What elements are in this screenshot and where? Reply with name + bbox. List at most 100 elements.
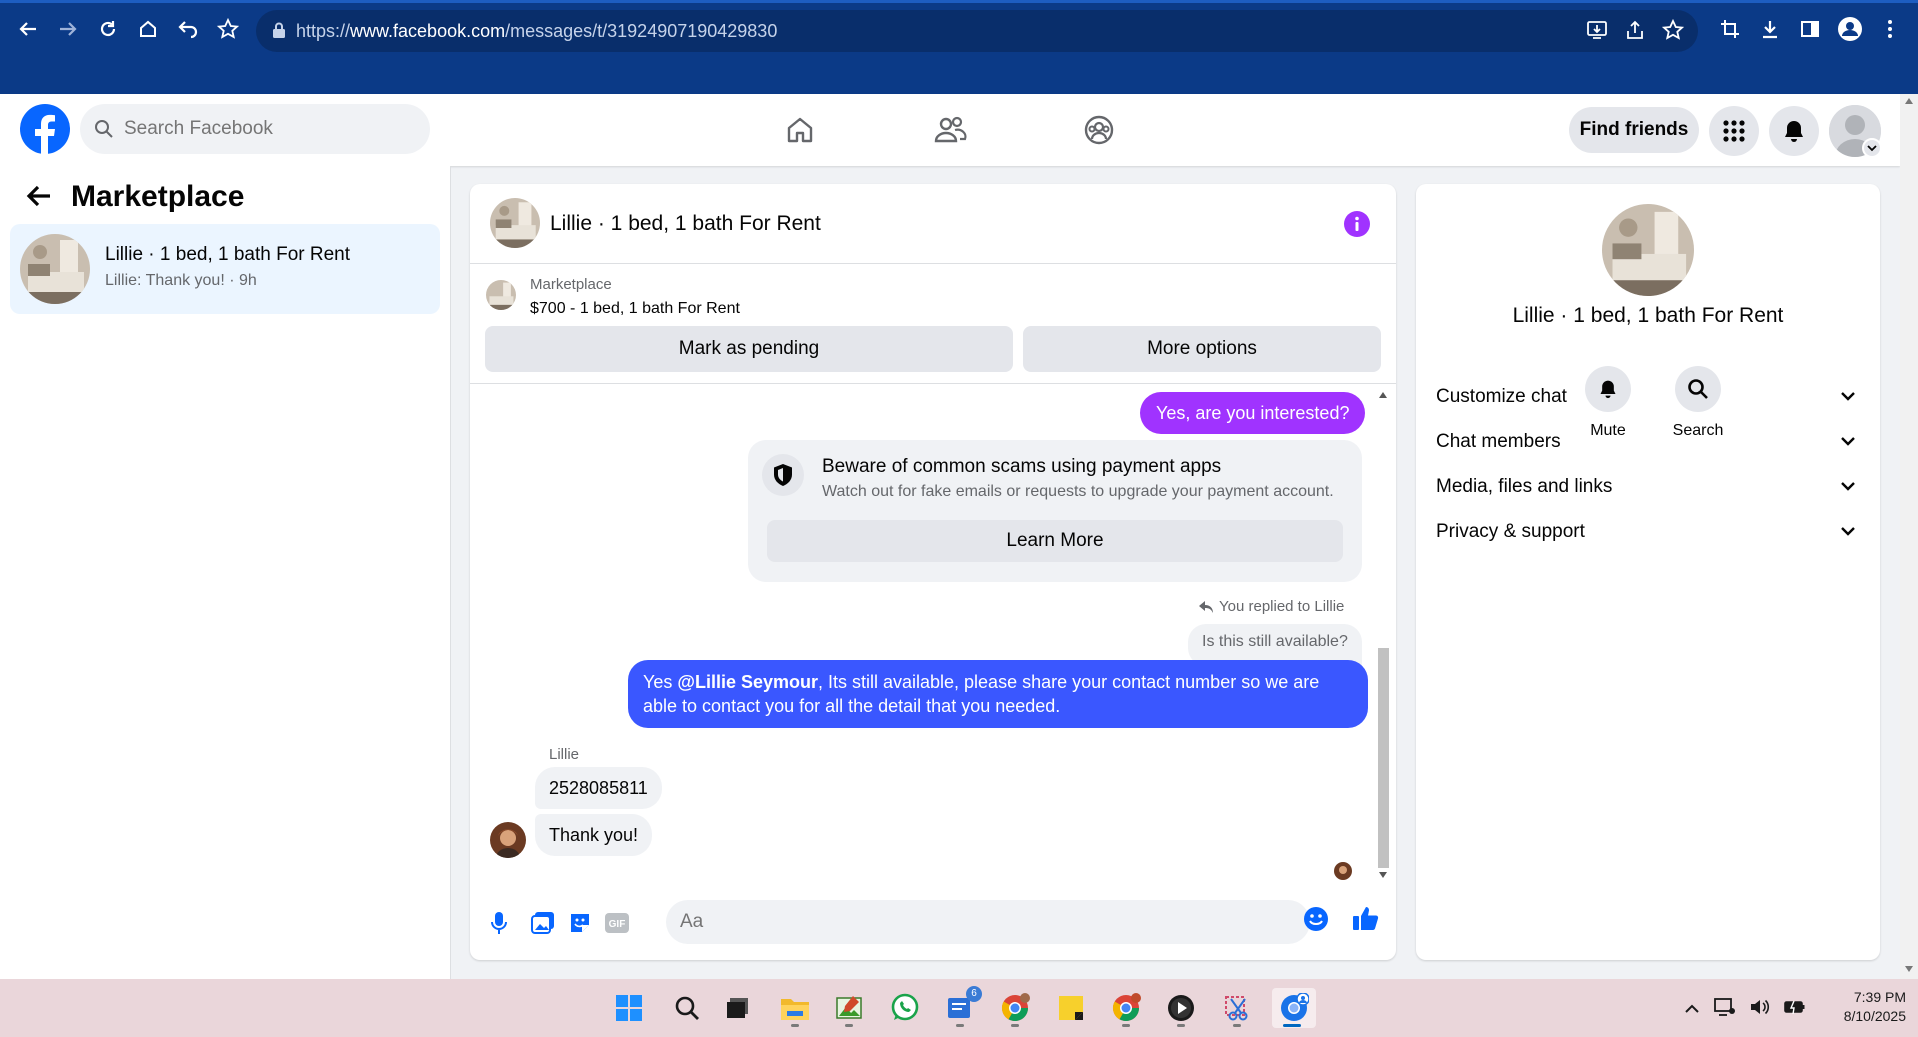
info-icon[interactable] — [1343, 210, 1371, 243]
facebook-search[interactable] — [80, 104, 430, 154]
photo-icon[interactable] — [526, 906, 560, 940]
address-bar-actions — [1586, 18, 1685, 46]
thumbs-up-icon[interactable] — [1352, 904, 1380, 937]
task-view-icon[interactable] — [718, 988, 758, 1028]
side-panel-icon[interactable] — [1794, 13, 1826, 45]
conversation-list-panel: Marketplace Lillie · 1 bed, 1 bath For R… — [0, 166, 451, 979]
profile-icon[interactable] — [1834, 13, 1866, 45]
notifications-bell-icon[interactable] — [1769, 106, 1819, 156]
media-player-icon[interactable] — [1161, 988, 1201, 1028]
listing-thumbnail — [20, 234, 90, 304]
sticky-notes-icon[interactable] — [1051, 988, 1091, 1028]
reply-indicator: You replied to Lillie — [1199, 598, 1344, 615]
chrome-profile-2-icon[interactable] — [1106, 988, 1146, 1028]
message-scrollbar-thumb[interactable] — [1378, 648, 1389, 868]
account-chevron-icon[interactable] — [1862, 138, 1882, 158]
chat-title[interactable]: Lillie · 1 bed, 1 bath For Rent — [550, 212, 821, 236]
marketplace-listing-banner: Marketplace $700 - 1 bed, 1 bath For Ren… — [470, 264, 1396, 384]
sticker-icon[interactable] — [563, 906, 597, 940]
url-text: https://www.facebook.com/messages/t/3192… — [296, 21, 778, 41]
browser-nav-buttons — [12, 13, 244, 45]
page-scrollbar[interactable] — [1900, 94, 1918, 979]
install-app-icon[interactable] — [1586, 19, 1608, 46]
more-options-button[interactable]: More options — [1023, 326, 1381, 372]
section-customize-chat[interactable]: Customize chat — [1416, 374, 1880, 420]
back-icon[interactable] — [12, 13, 44, 45]
share-icon[interactable] — [1624, 19, 1646, 46]
snipping-tool-icon[interactable] — [1217, 988, 1257, 1028]
scam-warning-title: Beware of common scams using payment app… — [822, 456, 1222, 477]
start-windows-icon[interactable] — [609, 988, 649, 1028]
nav-home-icon[interactable] — [778, 108, 822, 152]
network-icon[interactable] — [1714, 997, 1736, 1022]
volume-icon[interactable] — [1750, 998, 1770, 1021]
browser-menu-icon[interactable] — [1874, 13, 1906, 45]
message-input-wrapper[interactable] — [666, 900, 1310, 944]
facebook-logo-icon[interactable] — [20, 104, 70, 159]
listing-price[interactable]: $700 - 1 bed, 1 bath For Rent — [530, 300, 740, 318]
outgoing-message[interactable]: Yes @Lillie Seymour, Its still available… — [628, 660, 1368, 728]
microphone-icon[interactable] — [482, 906, 516, 940]
chrome-profile-1-icon[interactable] — [995, 988, 1035, 1028]
undo-icon[interactable] — [172, 13, 204, 45]
lock-icon — [272, 22, 286, 44]
messaging-app-icon[interactable]: 6 — [940, 986, 982, 1028]
image-editor-icon[interactable] — [829, 988, 869, 1028]
crop-icon[interactable] — [1714, 13, 1746, 45]
reload-icon[interactable] — [92, 13, 124, 45]
chat-header: Lillie · 1 bed, 1 bath For Rent — [470, 184, 1396, 264]
chat-header-thumbnail[interactable] — [490, 198, 540, 248]
chevron-down-icon — [1840, 433, 1856, 451]
chevron-down-icon — [1840, 478, 1856, 496]
whatsapp-icon[interactable] — [885, 988, 925, 1028]
nav-groups-icon[interactable] — [1077, 108, 1121, 152]
section-privacy-support[interactable]: Privacy & support — [1416, 509, 1880, 555]
message-thread: Yes, are you interested? Beware of commo… — [470, 384, 1396, 884]
shield-icon — [762, 454, 804, 496]
details-thumbnail[interactable] — [1602, 204, 1694, 296]
star-icon[interactable] — [1661, 18, 1685, 46]
message-scrollbar[interactable] — [1375, 390, 1391, 878]
learn-more-button[interactable]: Learn More — [767, 520, 1343, 562]
menu-grid-icon[interactable] — [1709, 106, 1759, 156]
mention[interactable]: @Lillie Seymour — [677, 672, 818, 692]
address-bar[interactable]: https://www.facebook.com/messages/t/3192… — [256, 10, 1698, 52]
chevron-down-icon — [1840, 388, 1856, 406]
incoming-message[interactable]: 2528085811 — [535, 767, 662, 809]
conversation-details-panel: Lillie · 1 bed, 1 bath For Rent Mute Sea… — [1416, 184, 1880, 960]
section-media-files-links[interactable]: Media, files and links — [1416, 464, 1880, 510]
message-input[interactable] — [680, 900, 1250, 944]
search-input[interactable] — [124, 104, 414, 154]
sender-avatar[interactable] — [490, 822, 526, 858]
listing-source: Marketplace — [530, 276, 612, 293]
taskbar-clock[interactable]: 7:39 PM 8/10/2025 — [1810, 988, 1906, 1026]
chevron-up-icon[interactable] — [1684, 1001, 1700, 1019]
file-explorer-icon[interactable] — [775, 988, 815, 1028]
home-icon[interactable] — [132, 13, 164, 45]
find-friends-button[interactable]: Find friends — [1569, 107, 1699, 153]
search-icon — [94, 119, 114, 144]
download-icon[interactable] — [1754, 13, 1786, 45]
section-label: Customize chat — [1436, 386, 1567, 407]
mark-as-pending-button[interactable]: Mark as pending — [485, 326, 1013, 372]
incoming-message[interactable]: Thank you! — [535, 814, 653, 856]
emoji-icon[interactable] — [1303, 906, 1329, 937]
chrome-active-icon[interactable] — [1272, 988, 1316, 1028]
nav-friends-icon[interactable] — [928, 108, 972, 152]
outgoing-message[interactable]: Yes, are you interested? — [1140, 392, 1366, 434]
bookmark-star-icon[interactable] — [212, 13, 244, 45]
battery-icon[interactable] — [1784, 999, 1806, 1020]
svg-text:GIF: GIF — [609, 919, 626, 930]
section-label: Chat members — [1436, 431, 1561, 452]
search-taskbar-icon[interactable] — [667, 988, 707, 1028]
browser-toolbar-right — [1714, 13, 1906, 45]
listing-small-thumbnail[interactable] — [486, 280, 516, 310]
panel-title: Marketplace — [71, 180, 245, 213]
chat-window: Lillie · 1 bed, 1 bath For Rent Marketpl… — [470, 184, 1396, 960]
scam-warning-text: Watch out for fake emails or requests to… — [822, 483, 1334, 500]
conversation-item[interactable]: Lillie · 1 bed, 1 bath For Rent Lillie: … — [10, 224, 440, 314]
back-arrow-icon[interactable] — [26, 184, 52, 213]
gif-icon[interactable]: GIF — [600, 906, 634, 940]
section-chat-members[interactable]: Chat members — [1416, 419, 1880, 465]
forward-icon[interactable] — [52, 13, 84, 45]
